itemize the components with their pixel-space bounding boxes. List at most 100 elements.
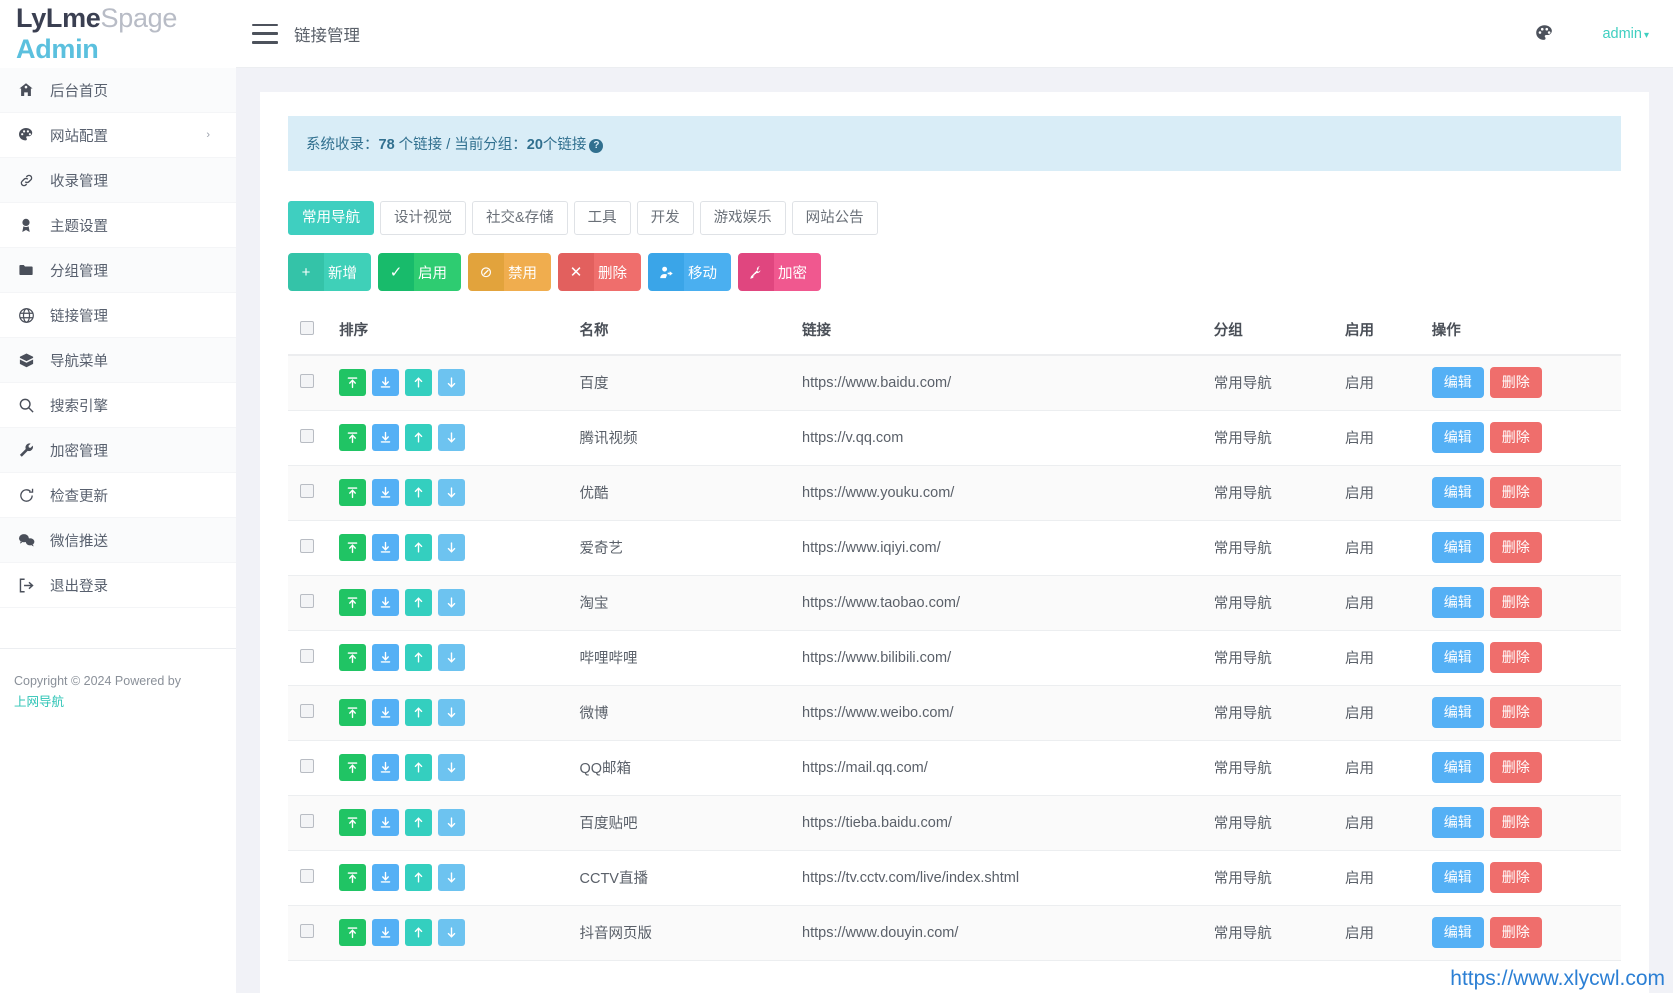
move-down-button[interactable] — [438, 864, 466, 892]
move-up-button[interactable] — [405, 699, 433, 727]
enable-button[interactable]: ✓ 启用 — [378, 253, 461, 292]
tab-gongju[interactable]: 工具 — [573, 201, 631, 236]
move-to-bottom-button[interactable] — [372, 864, 400, 892]
row-delete-button[interactable]: 删除 — [1489, 642, 1542, 674]
row-checkbox[interactable] — [300, 373, 314, 388]
edit-button[interactable]: 编辑 — [1431, 367, 1484, 399]
row-checkbox[interactable] — [300, 703, 314, 718]
move-to-bottom-button[interactable] — [372, 479, 400, 507]
tab-youxi-yule[interactable]: 游戏娱乐 — [699, 201, 786, 236]
row-delete-button[interactable]: 删除 — [1489, 532, 1542, 564]
move-to-bottom-button[interactable] — [372, 809, 400, 837]
sidebar-item-encryption[interactable]: 加密管理 — [0, 428, 236, 473]
move-up-button[interactable] — [405, 424, 433, 452]
move-up-button[interactable] — [405, 754, 433, 782]
disable-button[interactable]: ⊘ 禁用 — [468, 253, 551, 292]
row-checkbox[interactable] — [300, 758, 314, 773]
sidebar-item-logout[interactable]: 退出登录 — [0, 563, 236, 608]
move-to-top-button[interactable] — [339, 699, 367, 727]
row-delete-button[interactable]: 删除 — [1489, 587, 1542, 619]
sidebar-item-wechat-push[interactable]: 微信推送 — [0, 518, 236, 563]
move-to-top-button[interactable] — [339, 919, 367, 947]
row-delete-button[interactable]: 删除 — [1489, 917, 1542, 949]
move-to-top-button[interactable] — [339, 809, 367, 837]
row-delete-button[interactable]: 删除 — [1489, 477, 1542, 509]
row-checkbox[interactable] — [300, 648, 314, 663]
palette-icon[interactable] — [1535, 24, 1554, 43]
add-button[interactable]: + 新增 — [288, 253, 371, 292]
move-down-button[interactable] — [438, 699, 466, 727]
row-checkbox[interactable] — [300, 868, 314, 883]
move-down-button[interactable] — [438, 479, 466, 507]
delete-button[interactable]: ✕ 删除 — [558, 253, 641, 292]
sidebar-item-check-update[interactable]: 检查更新 — [0, 473, 236, 518]
edit-button[interactable]: 编辑 — [1431, 642, 1484, 674]
move-up-button[interactable] — [405, 919, 433, 947]
move-up-button[interactable] — [405, 534, 433, 562]
move-to-top-button[interactable] — [339, 534, 367, 562]
hamburger-icon[interactable] — [252, 23, 278, 44]
move-to-top-button[interactable] — [339, 864, 367, 892]
edit-button[interactable]: 编辑 — [1431, 917, 1484, 949]
tab-changyong-daohang[interactable]: 常用导航 — [288, 201, 374, 236]
row-checkbox[interactable] — [300, 813, 314, 828]
move-down-button[interactable] — [438, 919, 466, 947]
move-to-bottom-button[interactable] — [372, 699, 400, 727]
move-down-button[interactable] — [438, 424, 466, 452]
move-up-button[interactable] — [405, 479, 433, 507]
row-checkbox[interactable] — [300, 593, 314, 608]
sidebar-item-dashboard[interactable]: 后台首页 — [0, 68, 236, 113]
move-to-bottom-button[interactable] — [372, 589, 400, 617]
sidebar-item-links[interactable]: 链接管理 — [0, 293, 236, 338]
move-to-bottom-button[interactable] — [372, 534, 400, 562]
row-checkbox[interactable] — [300, 428, 314, 443]
row-delete-button[interactable]: 删除 — [1489, 752, 1542, 784]
move-up-button[interactable] — [405, 589, 433, 617]
edit-button[interactable]: 编辑 — [1431, 807, 1484, 839]
admin-dropdown[interactable]: admin ▾ — [1602, 26, 1649, 42]
edit-button[interactable]: 编辑 — [1431, 752, 1484, 784]
move-up-button[interactable] — [405, 644, 433, 672]
move-to-bottom-button[interactable] — [372, 424, 400, 452]
edit-button[interactable]: 编辑 — [1431, 422, 1484, 454]
encrypt-button[interactable]: 加密 — [738, 253, 821, 292]
tab-shejiao-cunchu[interactable]: 社交&存储 — [472, 201, 568, 236]
move-to-top-button[interactable] — [339, 754, 367, 782]
move-to-top-button[interactable] — [339, 424, 367, 452]
sidebar-item-nav-menu[interactable]: 导航菜单 — [0, 338, 236, 383]
move-down-button[interactable] — [438, 754, 466, 782]
move-up-button[interactable] — [405, 369, 433, 397]
brand-logo[interactable]: LyLmeSpage Admin — [0, 0, 236, 68]
sidebar-item-theme[interactable]: 主题设置 — [0, 203, 236, 248]
move-down-button[interactable] — [438, 809, 466, 837]
help-icon[interactable]: ? — [589, 139, 604, 153]
move-to-top-button[interactable] — [339, 479, 367, 507]
move-to-top-button[interactable] — [339, 369, 367, 397]
footer-link[interactable]: 上网导航 — [14, 695, 64, 709]
move-down-button[interactable] — [438, 589, 466, 617]
move-up-button[interactable] — [405, 809, 433, 837]
sidebar-item-site-config[interactable]: 网站配置 › — [0, 113, 236, 158]
edit-button[interactable]: 编辑 — [1431, 532, 1484, 564]
row-delete-button[interactable]: 删除 — [1489, 807, 1542, 839]
tab-kaifa[interactable]: 开发 — [636, 201, 694, 236]
sidebar-item-search-engine[interactable]: 搜索引擎 — [0, 383, 236, 428]
row-delete-button[interactable]: 删除 — [1489, 367, 1542, 399]
move-to-bottom-button[interactable] — [372, 754, 400, 782]
row-checkbox[interactable] — [300, 923, 314, 938]
row-delete-button[interactable]: 删除 — [1489, 697, 1542, 729]
select-all-checkbox[interactable] — [300, 320, 314, 335]
move-to-bottom-button[interactable] — [372, 919, 400, 947]
move-to-bottom-button[interactable] — [372, 644, 400, 672]
move-down-button[interactable] — [438, 534, 466, 562]
move-up-button[interactable] — [405, 864, 433, 892]
sidebar-item-collection[interactable]: 收录管理 — [0, 158, 236, 203]
edit-button[interactable]: 编辑 — [1431, 697, 1484, 729]
edit-button[interactable]: 编辑 — [1431, 587, 1484, 619]
tab-sheji-shijue[interactable]: 设计视觉 — [380, 201, 466, 236]
edit-button[interactable]: 编辑 — [1431, 862, 1484, 894]
sidebar-item-groups[interactable]: 分组管理 — [0, 248, 236, 293]
move-to-top-button[interactable] — [339, 589, 367, 617]
edit-button[interactable]: 编辑 — [1431, 477, 1484, 509]
move-down-button[interactable] — [438, 644, 466, 672]
